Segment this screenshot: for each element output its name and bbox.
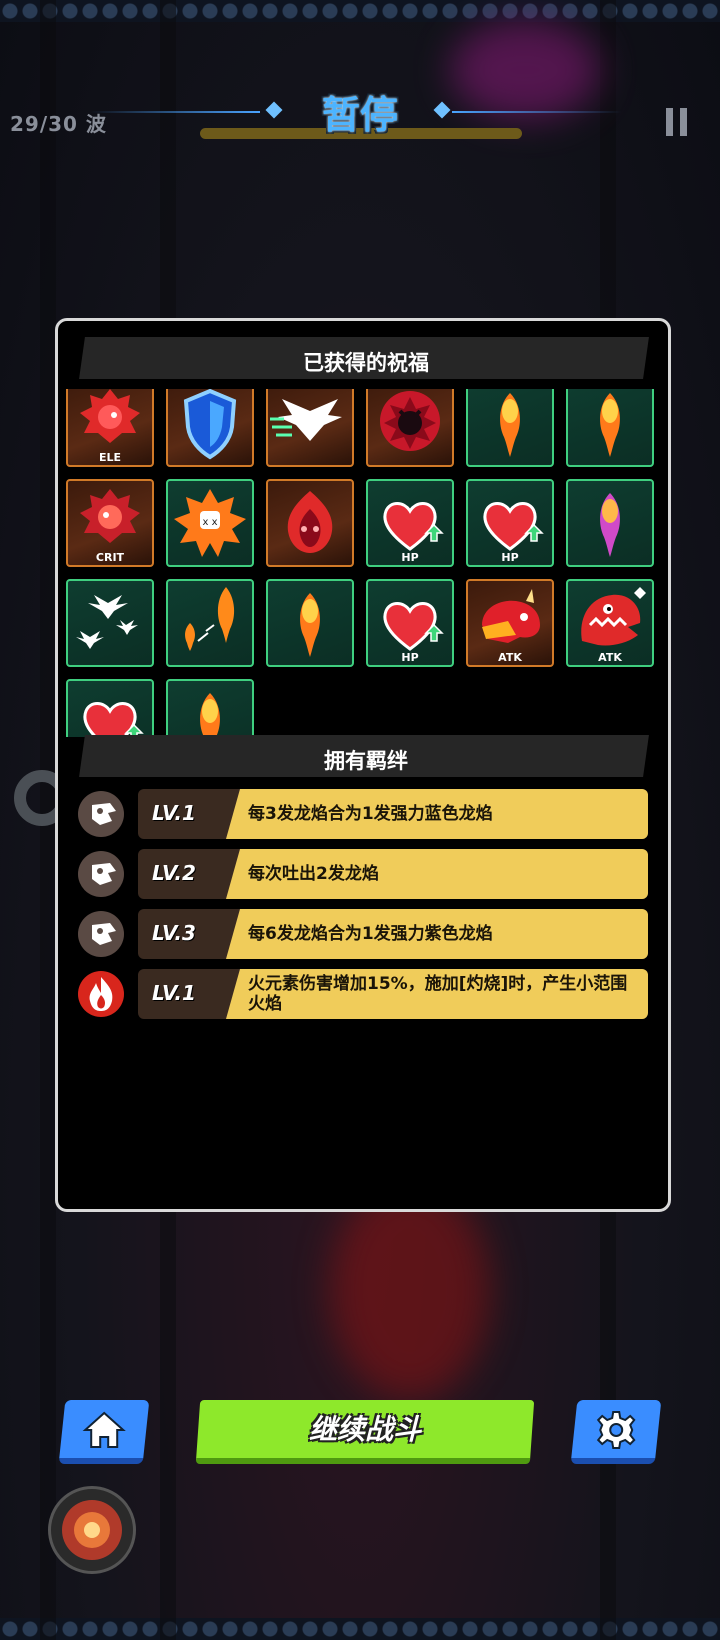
fire-orb-icon	[62, 1500, 122, 1560]
bond-level: LV.1	[152, 981, 196, 1005]
blessing-slot[interactable]: HP	[366, 479, 454, 567]
bond-description: 每次吐出2发龙焰	[248, 864, 379, 884]
fireball-split-icon	[185, 587, 235, 651]
bond-level: LV.1	[152, 801, 196, 825]
blessing-slot[interactable]: HP	[366, 579, 454, 667]
explosion-skull-icon: x x	[174, 489, 246, 557]
blessings-grid[interactable]: ELE CRIT x x HP HP HP ATK ATK HP	[66, 389, 662, 737]
blessing-slot[interactable]	[166, 679, 254, 737]
bat-swarm-icon	[76, 595, 138, 649]
blessing-slot[interactable]	[266, 389, 354, 467]
bond-description: 每6发龙焰合为1发强力紫色龙焰	[248, 924, 493, 944]
fireball-icon	[600, 393, 620, 457]
blessing-slot[interactable]	[66, 579, 154, 667]
blessing-slot[interactable]: CRIT	[66, 479, 154, 567]
dragon-silhouette	[330, 1180, 490, 1400]
blessing-slot[interactable]	[166, 579, 254, 667]
blessing-slot[interactable]	[466, 389, 554, 467]
dash-wing-icon	[270, 399, 342, 441]
blessing-label: ELE	[99, 451, 121, 464]
fire-spirit-icon	[287, 491, 333, 553]
fireball-icon	[500, 393, 520, 457]
blessing-slot[interactable]	[566, 479, 654, 567]
ele-up-icon: ELE	[80, 389, 140, 464]
continue-button-label[interactable]: 继续战斗	[198, 1400, 532, 1460]
pause-icon[interactable]	[666, 108, 690, 136]
dragon-skull-icon	[78, 911, 124, 957]
atk-dragon-icon: ATK	[482, 589, 540, 664]
settings-button[interactable]	[570, 1400, 662, 1464]
dragon-skull-icon	[78, 791, 124, 837]
blessing-slot[interactable]	[166, 389, 254, 467]
blessing-slot[interactable]: x x	[166, 479, 254, 567]
blessing-label: HP	[501, 551, 518, 564]
hp-up-icon: HP	[383, 602, 444, 664]
blessing-slot[interactable]	[266, 579, 354, 667]
background-glow	[450, 20, 600, 120]
blessing-slot[interactable]: ELE	[66, 389, 154, 467]
home-icon	[82, 1411, 126, 1448]
dragon-skull-icon	[78, 851, 124, 897]
demon-burst-icon	[380, 391, 440, 451]
crit-dragon-icon: CRIT	[80, 489, 140, 564]
blessing-label: ATK	[598, 651, 622, 664]
bond-description: 每3发龙焰合为1发强力蓝色龙焰	[248, 804, 493, 824]
hp-up-icon: HP	[83, 702, 144, 737]
blessing-label: HP	[401, 651, 418, 664]
bond-level: LV.3	[152, 921, 196, 945]
fireball-icon	[200, 693, 220, 737]
bond-row: LV.3 每6发龙焰合为1发强力紫色龙焰	[78, 909, 648, 959]
atk-monster-icon: ATK	[581, 587, 646, 664]
blessing-slot[interactable]: HP	[466, 479, 554, 567]
blessing-label: HP	[401, 551, 418, 564]
blessing-label: ATK	[498, 651, 522, 664]
pause-title: 暂停	[321, 93, 398, 137]
hp-up-icon: HP	[383, 502, 444, 564]
bond-row: LV.2 每次吐出2发龙焰	[78, 849, 648, 899]
bond-row: LV.1 火元素伤害增加15%，施加[灼烧]时，产生小范围火焰	[78, 969, 648, 1019]
pause-panel: 已获得的祝福 ELE CRIT x x HP HP HP ATK ATK HP 拥有羁绊 LV.…	[55, 318, 671, 1212]
blessings-heading: 已获得的祝福	[303, 351, 429, 375]
skill-orb-button[interactable]	[48, 1486, 136, 1574]
bonds-heading: 拥有羁绊	[324, 749, 408, 773]
bond-level: LV.2	[152, 861, 196, 885]
blessing-slot[interactable]: ATK	[566, 579, 654, 667]
fireball-icon	[300, 593, 320, 657]
purple-fireball-icon	[600, 493, 620, 557]
title-divider-right	[452, 111, 622, 113]
gear-icon	[596, 1411, 636, 1449]
bond-description: 火元素伤害增加15%，施加[灼烧]时，产生小范围火焰	[248, 974, 628, 1014]
svg-text:x x: x x	[202, 517, 217, 528]
hp-up-icon: HP	[483, 502, 544, 564]
fire-element-icon	[78, 971, 124, 1017]
blessing-slot[interactable]: HP	[66, 679, 154, 737]
shield-icon	[183, 389, 237, 460]
blessing-slot[interactable]	[366, 389, 454, 467]
bond-row: LV.1 每3发龙焰合为1发强力蓝色龙焰	[78, 789, 648, 839]
title-divider-left	[90, 111, 260, 113]
blessing-slot[interactable]	[566, 389, 654, 467]
blessing-label: CRIT	[96, 551, 125, 564]
home-button[interactable]	[58, 1400, 150, 1464]
blessing-slot[interactable]	[266, 479, 354, 567]
blessing-slot[interactable]: ATK	[466, 579, 554, 667]
